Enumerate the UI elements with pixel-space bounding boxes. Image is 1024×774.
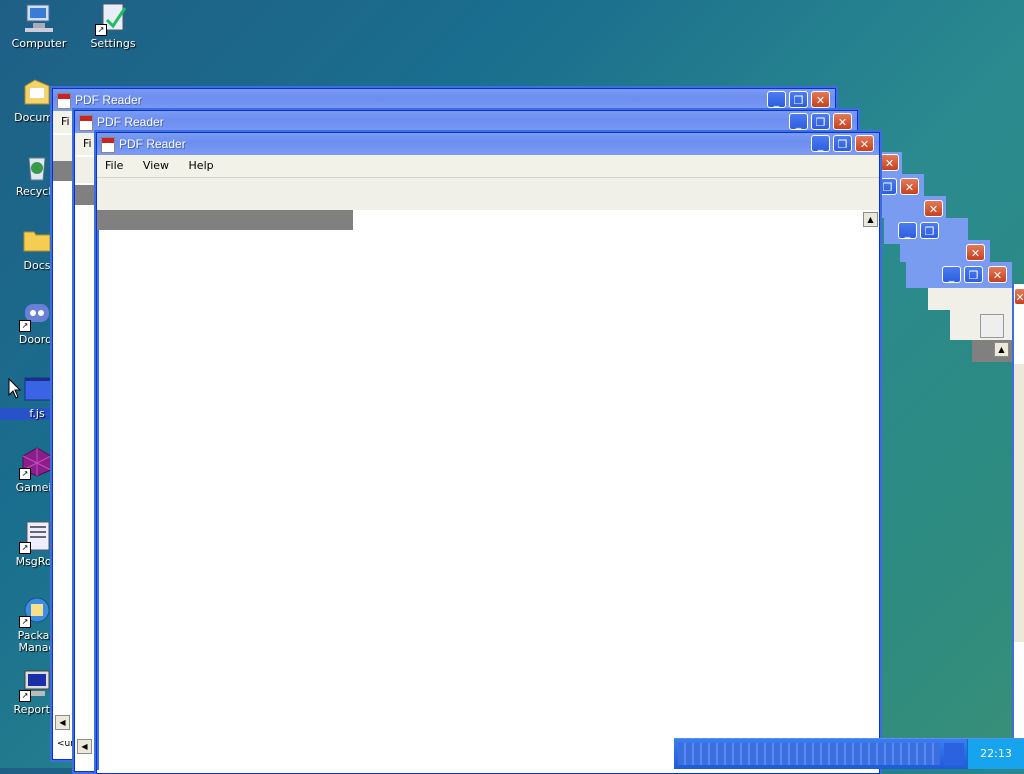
scroll-up-button[interactable]: ▲ — [994, 342, 1009, 357]
taskbar-button-strip[interactable] — [678, 743, 940, 765]
window-title: PDF Reader — [75, 93, 142, 107]
desktop-icon-label: Settings — [90, 37, 136, 50]
message-icon: ↗ — [19, 520, 53, 554]
minimize-button[interactable]: _ — [942, 266, 961, 283]
window-title: PDF Reader — [119, 137, 186, 151]
menubar: File View Help — [97, 155, 879, 178]
close-button[interactable]: ✕ — [966, 244, 985, 261]
window-title: PDF Reader — [97, 115, 164, 129]
package-manager-icon: ↗ — [19, 594, 53, 628]
close-button[interactable]: ✕ — [924, 200, 943, 217]
recycle-bin-icon — [21, 150, 53, 182]
tool-icon[interactable] — [980, 314, 1004, 338]
pdf-reader-window-3[interactable]: PDF Reader _ ❐ ✕ File View Help ▲ — [96, 132, 880, 774]
toolbar — [97, 178, 879, 210]
close-button[interactable]: ✕ — [811, 91, 830, 108]
cascade-window-fragment: ▲ — [972, 340, 1012, 362]
minimize-button[interactable]: _ — [767, 91, 786, 108]
folder-icon — [21, 224, 53, 256]
right-scrollbar[interactable] — [1014, 364, 1024, 642]
close-button[interactable]: ✕ — [988, 266, 1007, 283]
cascade-window-fragment: ✕ — [900, 240, 990, 262]
pdf-icon — [57, 93, 71, 109]
scroll-left-button[interactable]: ◀ — [55, 715, 70, 730]
shortcut-arrow-icon: ↗ — [19, 616, 31, 628]
minimize-button[interactable]: _ — [898, 222, 917, 239]
close-button[interactable]: ✕ — [855, 135, 874, 152]
maximize-button[interactable]: ❐ — [878, 178, 897, 195]
settings-icon: ↗ — [95, 2, 129, 36]
maximize-button[interactable]: ❐ — [964, 266, 983, 283]
menu-file[interactable]: File — [97, 155, 131, 172]
pdf-icon — [101, 137, 115, 153]
computer-icon — [23, 2, 55, 34]
close-button[interactable]: ✕ — [900, 178, 919, 195]
shortcut-arrow-icon: ↗ — [19, 690, 31, 702]
minimize-button[interactable]: _ — [811, 135, 830, 152]
pdf-icon — [79, 115, 93, 131]
mouse-cursor-icon — [8, 378, 22, 399]
discord-icon: ↗ — [19, 298, 53, 332]
game-icon: ↗ — [19, 446, 53, 480]
menu-help[interactable]: Help — [181, 155, 222, 172]
shortcut-arrow-icon: ↗ — [19, 542, 31, 554]
cascade-window-fragment: _ ❐ ✕ — [906, 262, 1012, 288]
clock[interactable]: 22:13 — [968, 747, 1024, 760]
taskbar: 22:13 — [674, 738, 1024, 769]
maximize-button[interactable]: ❐ — [811, 113, 830, 130]
taskbar-handle[interactable] — [944, 743, 964, 765]
documents-icon — [21, 76, 53, 108]
system-tray: 22:13 — [967, 739, 1024, 769]
js-file-icon — [21, 372, 53, 404]
scroll-left-button[interactable]: ◀ — [77, 739, 92, 754]
maximize-button[interactable]: ❐ — [833, 135, 852, 152]
document-area — [75, 185, 97, 205]
cascade-window-fragment: ✕ — [880, 196, 946, 218]
desktop-icon-label: Computer — [11, 37, 67, 50]
shortcut-arrow-icon: ↗ — [19, 468, 31, 480]
shortcut-arrow-icon: ↗ — [95, 24, 107, 36]
document-gray-area — [97, 210, 353, 230]
close-button[interactable]: ✕ — [880, 154, 899, 171]
title-bar[interactable]: PDF Reader _ ❐ ✕ — [97, 133, 879, 155]
shortcut-arrow-icon: ↗ — [19, 320, 31, 332]
cascade-window-fragment — [950, 310, 1012, 340]
menu-view[interactable]: View — [135, 155, 177, 172]
close-button[interactable]: ✕ — [833, 113, 852, 130]
cascade-window-fragment — [928, 288, 1012, 310]
minimize-button[interactable]: _ — [789, 113, 808, 130]
desktop-icon-settings[interactable]: ↗ Settings — [76, 2, 150, 50]
maximize-button[interactable]: ❐ — [920, 222, 939, 239]
desktop-icon-computer[interactable]: Computer — [2, 2, 76, 50]
title-bar[interactable]: PDF Reader _ ❐ ✕ — [53, 89, 835, 111]
report-icon: ↗ — [19, 668, 53, 702]
document-view — [97, 230, 879, 770]
close-button[interactable]: ✕ — [1014, 288, 1024, 305]
scroll-up-button[interactable]: ▲ — [863, 212, 878, 227]
maximize-button[interactable]: ❐ — [789, 91, 808, 108]
title-bar[interactable]: PDF Reader _ ❐ ✕ — [75, 111, 857, 133]
